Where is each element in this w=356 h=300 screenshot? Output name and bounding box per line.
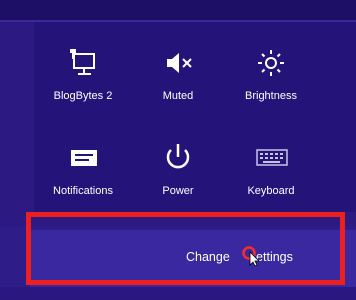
red-highlight-box <box>26 212 345 285</box>
sun-icon <box>258 50 284 76</box>
power-icon <box>166 144 190 169</box>
tile-network-label: BlogBytes 2 <box>53 90 113 102</box>
keyboard-icon <box>256 149 288 166</box>
tile-notifications-label: Notifications <box>53 185 113 197</box>
speaker-muted-icon <box>167 53 192 73</box>
tile-brightness-label: Brightness <box>245 90 297 102</box>
tile-brightness[interactable]: Brightness <box>226 45 316 125</box>
bottom-edge <box>0 287 356 300</box>
network-monitor-icon <box>70 49 95 75</box>
red-highlight-box-cap <box>331 212 345 217</box>
tile-volume[interactable]: Muted <box>133 45 223 125</box>
tile-notifications[interactable]: Notifications <box>38 140 128 220</box>
settings-charm-panel: { "tiles": [ {"id": "network", "label": … <box>0 0 356 300</box>
notifications-icon <box>71 150 97 166</box>
tile-keyboard[interactable]: Keyboard <box>226 140 316 220</box>
tile-volume-label: Muted <box>162 90 194 102</box>
tile-network[interactable]: BlogBytes 2 <box>38 45 128 125</box>
tile-power[interactable]: Power <box>133 140 223 220</box>
tile-power-label: Power <box>162 185 194 197</box>
top-bar <box>0 0 356 22</box>
tile-keyboard-label: Keyboard <box>247 185 295 197</box>
